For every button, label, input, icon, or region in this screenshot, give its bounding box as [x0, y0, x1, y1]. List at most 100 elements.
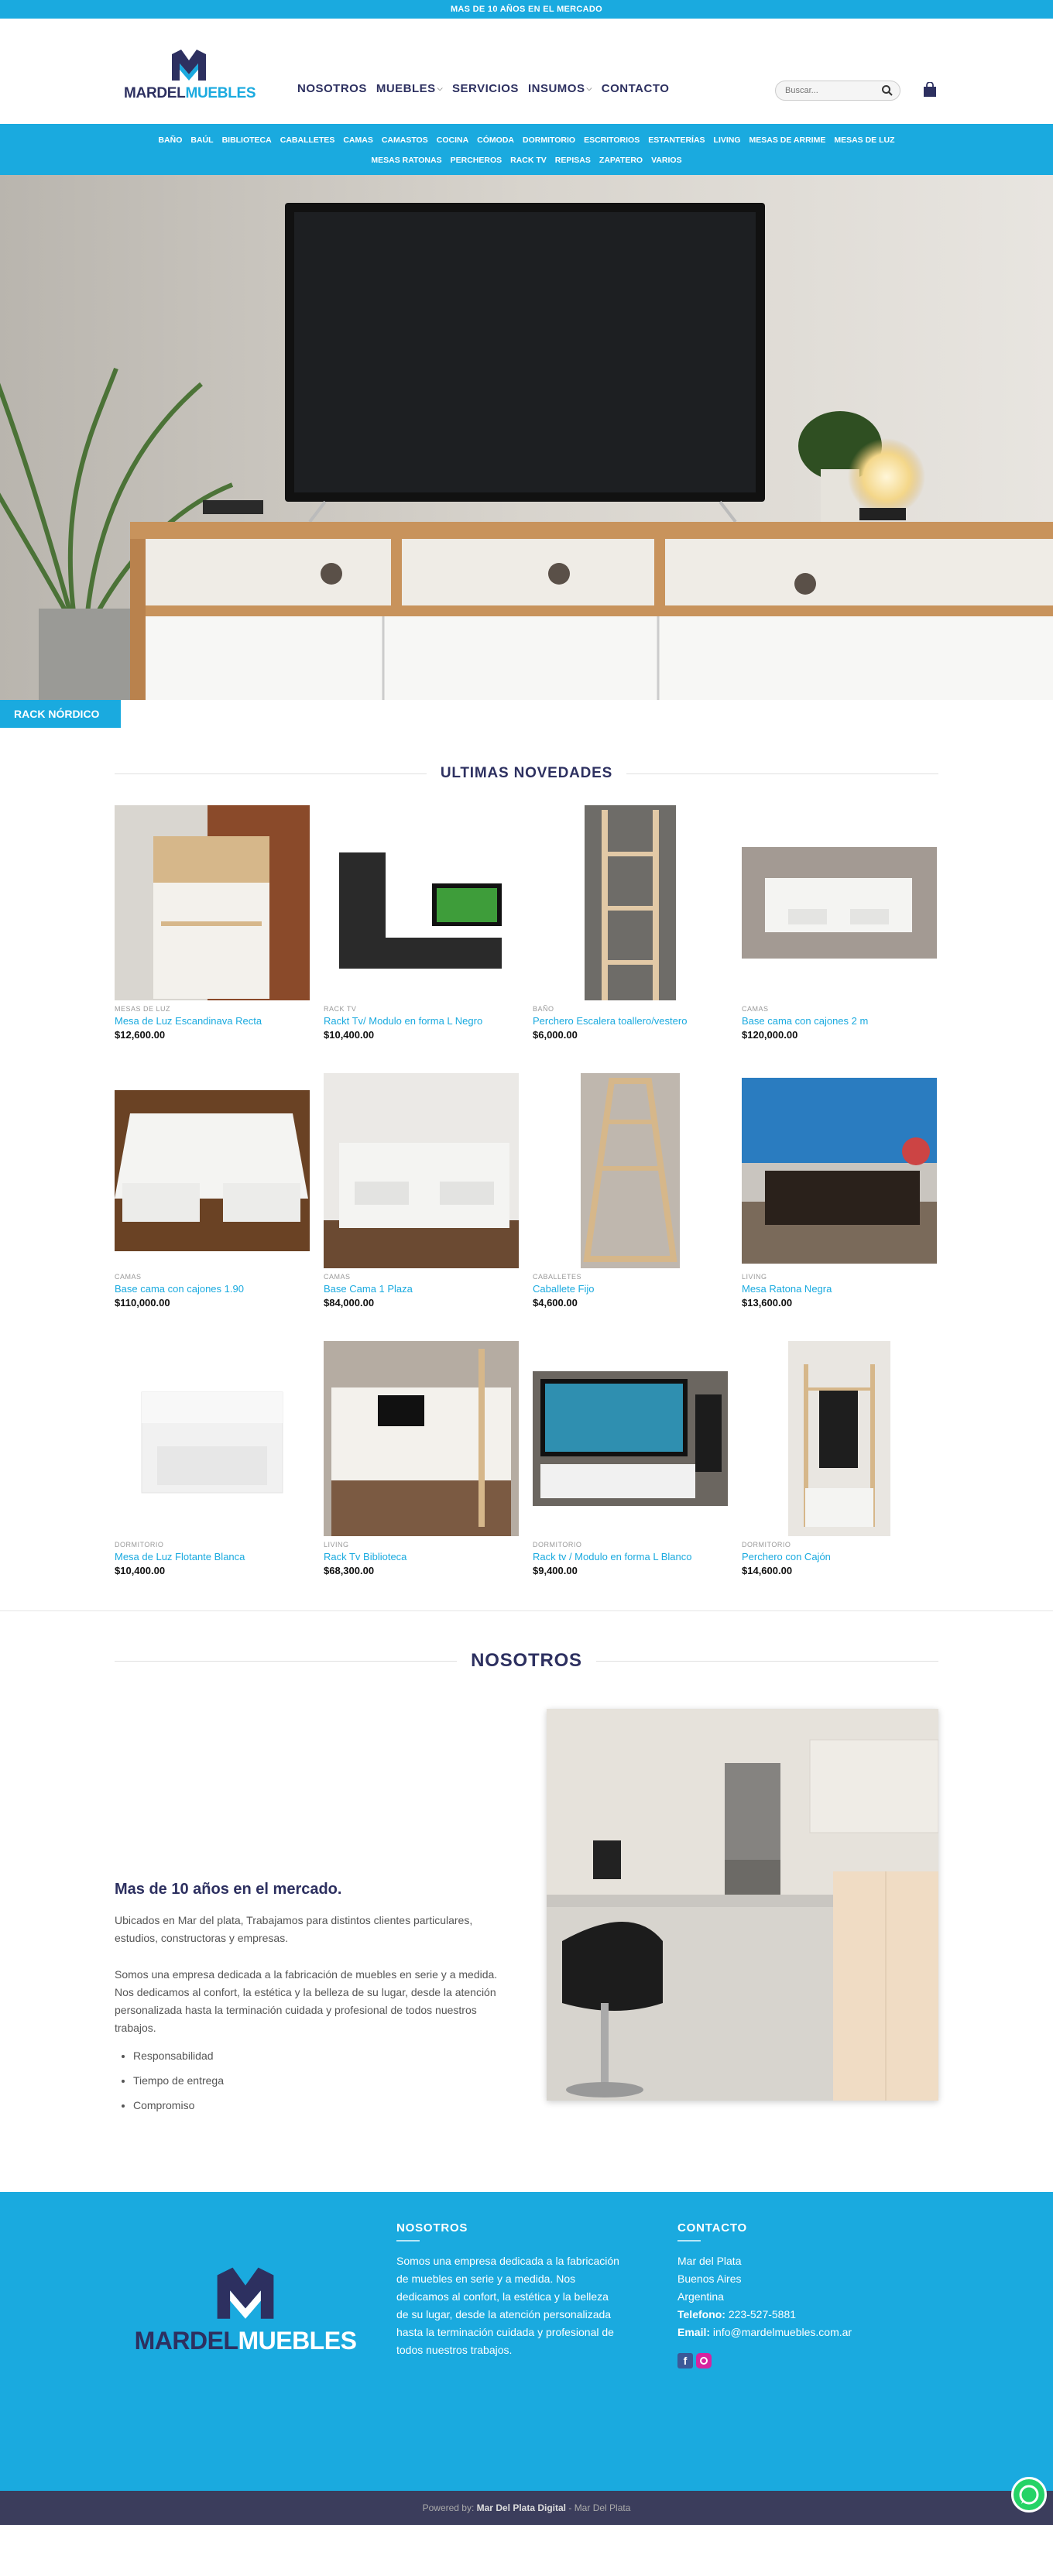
category-link-zapatero[interactable]: ZAPATERO: [599, 156, 643, 165]
product-card[interactable]: RACK TV Rackt Tv/ Modulo en forma L Negro…: [324, 805, 519, 1041]
about-paragraph-2: Somos una empresa dedicada a la fabricac…: [115, 1968, 498, 2034]
product-card[interactable]: DORMITORIO Mesa de Luz Flotante Blanca $10…: [115, 1341, 310, 1576]
category-link-comoda[interactable]: CÓMODA: [477, 135, 514, 145]
category-link-mesas-ratonas[interactable]: MESAS RATONAS: [371, 156, 441, 165]
nav-servicios[interactable]: SERVICIOS: [452, 82, 519, 95]
category-link-escritorios[interactable]: ESCRITORIOS: [584, 135, 640, 145]
product-image[interactable]: [533, 1073, 728, 1268]
product-name-link[interactable]: Mesa Ratona Negra: [742, 1283, 937, 1295]
product-category: DORMITORIO: [115, 1541, 164, 1549]
product-category: MESAS DE LUZ: [115, 1005, 171, 1013]
latest-section-header: ULTIMAS NOVEDADES: [115, 765, 939, 782]
category-link-percheros[interactable]: PERCHEROS: [451, 156, 502, 165]
announcement-text: MAS DE 10 AÑOS EN EL MERCADO: [450, 5, 603, 14]
footer: MARDELMUEBLES NOSOTROS Somos una empresa…: [0, 2192, 1053, 2491]
nav-insumos[interactable]: INSUMOS ⌵: [528, 82, 592, 95]
phone-link[interactable]: 223-527-5881: [729, 2308, 796, 2320]
category-link-camastos[interactable]: CAMASTOS: [382, 135, 428, 145]
logo-wordmark: MARDELMUEBLES: [134, 2327, 357, 2355]
category-link-varios[interactable]: VARIOS: [651, 156, 681, 165]
search-input[interactable]: [785, 81, 876, 100]
footer-country: Argentina: [677, 2290, 724, 2303]
category-link-biblioteca[interactable]: BIBLIOTECA: [222, 135, 272, 145]
header: MARDELMUEBLES NOSOTROS MUEBLES ⌵ SERVICIO…: [0, 19, 1053, 124]
search-icon[interactable]: [881, 84, 894, 97]
whatsapp-icon[interactable]: [1011, 2477, 1047, 2513]
hero-banner[interactable]: [0, 175, 1053, 700]
category-link-baul[interactable]: BAÚL: [190, 135, 213, 145]
product-name-link[interactable]: Base cama con cajones 1.90: [115, 1283, 310, 1295]
divider: [115, 1660, 458, 1662]
footer-contacto-title: CONTACTO: [677, 2221, 748, 2235]
product-price: $6,000.00: [533, 1029, 578, 1041]
product-card[interactable]: DORMITORIO Perchero con Cajón $14,600.00: [742, 1341, 937, 1576]
product-image[interactable]: [324, 1073, 519, 1268]
category-link-living[interactable]: LIVING: [714, 135, 741, 145]
product-image[interactable]: [324, 1341, 519, 1536]
email-link[interactable]: info@mardelmuebles.com.ar: [713, 2326, 852, 2338]
product-category: RACK TV: [324, 1005, 357, 1013]
list-item: Responsabilidad: [133, 2043, 224, 2068]
product-card[interactable]: LIVING Mesa Ratona Negra $13,600.00: [742, 1073, 937, 1309]
product-name-link[interactable]: Perchero Escalera toallero/vestero: [533, 1015, 728, 1027]
product-image[interactable]: [742, 1341, 937, 1536]
product-image[interactable]: [742, 805, 937, 1000]
category-link-mesas-de-arrime[interactable]: MESAS DE ARRIME: [749, 135, 826, 145]
divider: [595, 1660, 938, 1662]
product-image[interactable]: [115, 805, 310, 1000]
divider: [626, 773, 939, 774]
nav-nosotros[interactable]: NOSOTROS: [297, 82, 367, 95]
category-link-estanterias[interactable]: ESTANTERÍAS: [648, 135, 705, 145]
chevron-down-icon: ⌵: [437, 84, 444, 92]
product-image[interactable]: [742, 1073, 937, 1268]
nav-muebles[interactable]: MUEBLES ⌵: [376, 82, 443, 95]
product-category: LIVING: [742, 1273, 767, 1281]
product-name-link[interactable]: Base Cama 1 Plaza: [324, 1283, 519, 1295]
product-image[interactable]: [533, 1341, 728, 1536]
facebook-icon[interactable]: f: [677, 2353, 693, 2368]
product-name-link[interactable]: Caballete Fijo: [533, 1283, 728, 1295]
footer-province: Buenos Aires: [677, 2272, 742, 2285]
announcement-bar: MAS DE 10 AÑOS EN EL MERCADO: [0, 0, 1053, 19]
category-link-cocina[interactable]: COCINA: [437, 135, 468, 145]
footer-nosotros-title: NOSOTROS: [396, 2221, 468, 2235]
instagram-icon[interactable]: [696, 2353, 712, 2368]
product-image[interactable]: [324, 805, 519, 1000]
product-name-link[interactable]: Rack tv / Modulo en forma L Blanco: [533, 1551, 728, 1562]
product-name-link[interactable]: Mesa de Luz Escandinava Recta: [115, 1015, 310, 1027]
product-image[interactable]: [115, 1341, 310, 1536]
product-card[interactable]: CABALLETES Caballete Fijo $4,600.00: [533, 1073, 728, 1309]
category-link-repisas[interactable]: REPISAS: [555, 156, 591, 165]
product-image[interactable]: [115, 1073, 310, 1268]
category-link-caballetes[interactable]: CABALLETES: [280, 135, 335, 145]
category-row: MESAS RATONAS PERCHEROS RACK TV REPISAS ZAPA…: [0, 150, 1053, 170]
product-card[interactable]: CAMAS Base cama con cajones 1.90 $110,000.…: [115, 1073, 310, 1309]
site-logo[interactable]: MARDELMUEBLES: [124, 46, 256, 121]
product-card[interactable]: CAMAS Base Cama 1 Plaza $84,000.00: [324, 1073, 519, 1309]
category-link-bano[interactable]: BAÑO: [158, 135, 182, 145]
product-name-link[interactable]: Base cama con cajones 2 m: [742, 1015, 937, 1027]
product-card[interactable]: LIVING Rack Tv Biblioteca $68,300.00: [324, 1341, 519, 1576]
footer-logo[interactable]: MARDELMUEBLES: [133, 2262, 358, 2362]
product-price: $10,400.00: [324, 1029, 375, 1041]
category-link-mesas-de-luz[interactable]: MESAS DE LUZ: [834, 135, 894, 145]
product-name-link[interactable]: Mesa de Luz Flotante Blanca: [115, 1551, 310, 1562]
product-image[interactable]: [533, 805, 728, 1000]
kitchen-photo: [547, 1709, 938, 2101]
credit-link[interactable]: Mar Del Plata Digital: [477, 2502, 566, 2513]
hero-caption-tag[interactable]: RACK NÓRDICO: [0, 700, 121, 728]
product-card[interactable]: DORMITORIO Rack tv / Modulo en forma L Bl…: [533, 1341, 728, 1576]
category-link-rack-tv[interactable]: RACK TV: [510, 156, 547, 165]
product-price: $110,000.00: [115, 1297, 170, 1309]
product-name-link[interactable]: Perchero con Cajón: [742, 1551, 937, 1562]
product-card[interactable]: CAMAS Base cama con cajones 2 m $120,000.0…: [742, 805, 937, 1041]
product-card[interactable]: MESAS DE LUZ Mesa de Luz Escandinava Rect…: [115, 805, 310, 1041]
category-link-dormitorio[interactable]: DORMITORIO: [523, 135, 575, 145]
shopping-bag-icon[interactable]: [923, 82, 937, 98]
section-title: ULTIMAS NOVEDADES: [440, 765, 613, 781]
nav-contacto[interactable]: CONTACTO: [602, 82, 670, 95]
product-name-link[interactable]: Rackt Tv/ Modulo en forma L Negro: [324, 1015, 519, 1027]
product-name-link[interactable]: Rack Tv Biblioteca: [324, 1551, 519, 1562]
product-card[interactable]: BAÑO Perchero Escalera toallero/vestero $6…: [533, 805, 728, 1041]
category-link-camas[interactable]: CAMAS: [343, 135, 373, 145]
